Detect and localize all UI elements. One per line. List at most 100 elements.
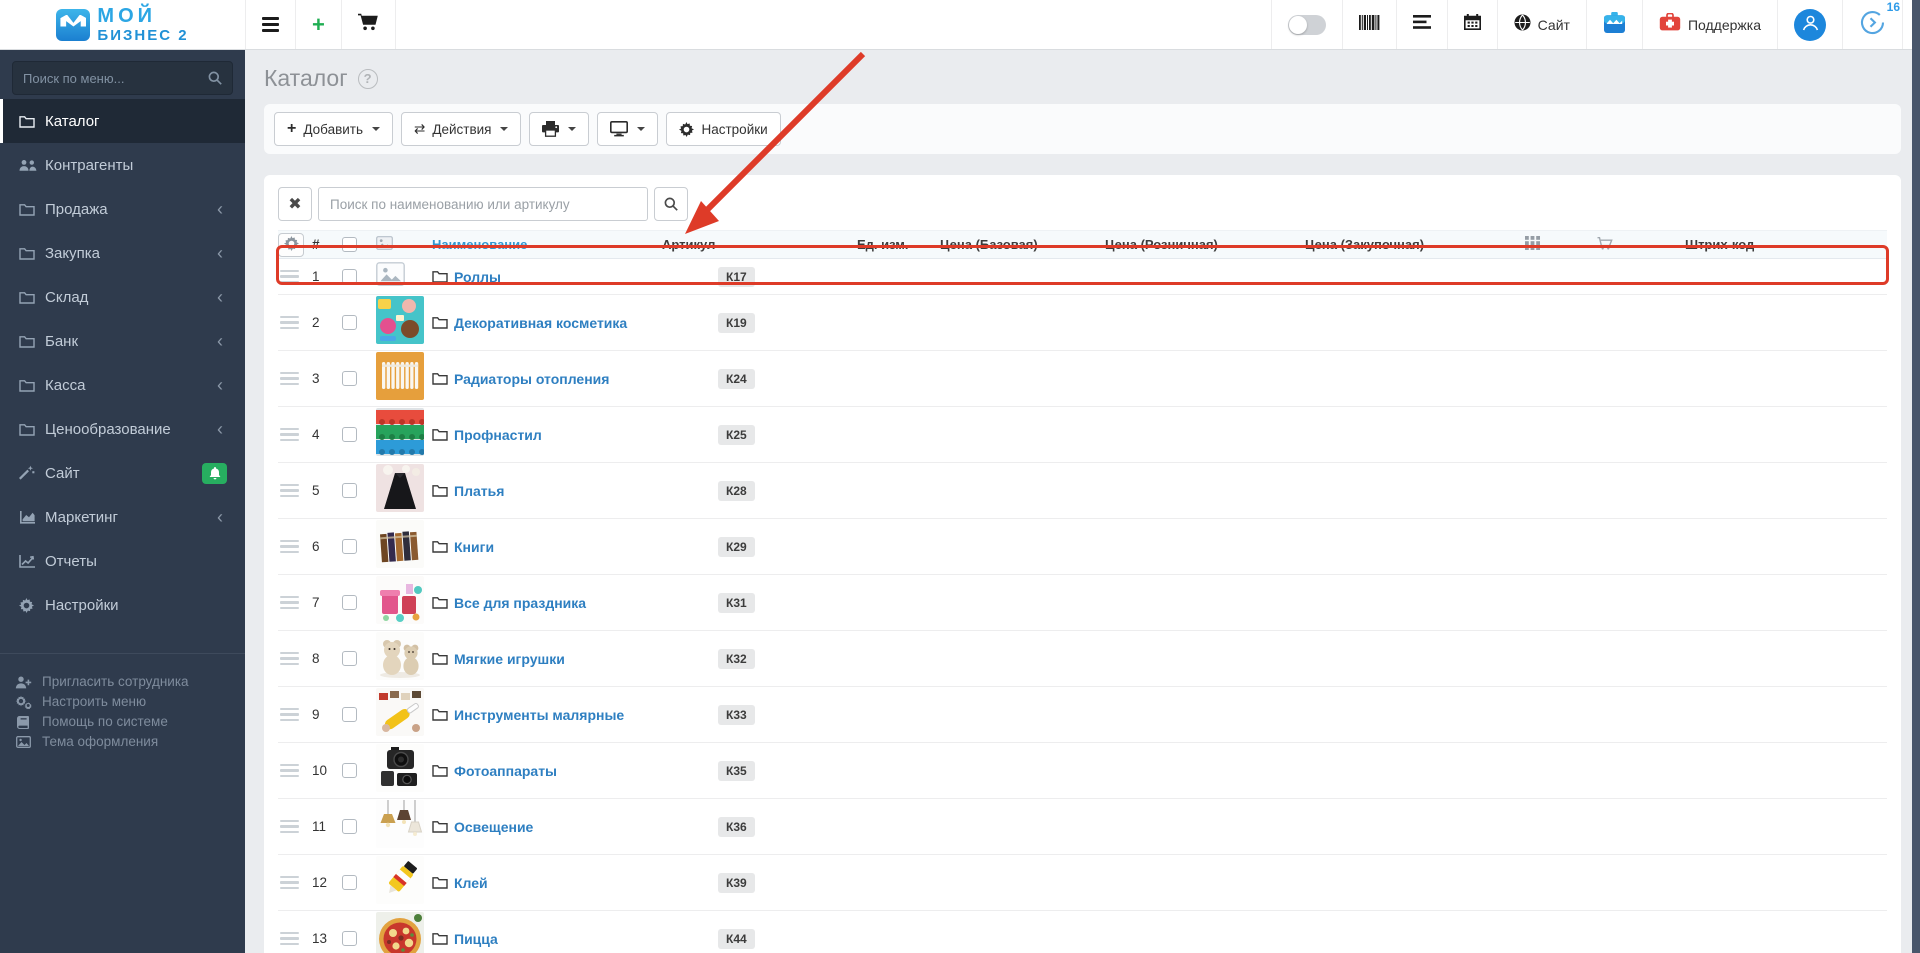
drag-handle-icon[interactable] [278,368,301,390]
plus-icon: + [312,14,325,36]
sidebar-search-input[interactable] [23,71,208,86]
sidebar-item-warehouse[interactable]: Склад‹ [0,275,245,319]
row-checkbox[interactable] [342,539,357,554]
row-number: 3 [312,371,342,386]
sidebar-item-pricing[interactable]: Ценообразование‹ [0,407,245,451]
table-body: 1РоллыК172Декоративная косметикаК193Ради… [278,259,1887,953]
folder-icon [432,652,448,665]
print-button[interactable] [529,112,589,146]
select-all-checkbox[interactable] [342,237,357,252]
sidebar-item-sales[interactable]: Продажа‹ [0,187,245,231]
main-content: Каталог ? + Добавить ⇄ Действия Настройк… [245,50,1920,953]
row-checkbox[interactable] [342,819,357,834]
category-link[interactable]: Клей [454,875,488,891]
category-link[interactable]: Платья [454,483,504,499]
row-checkbox[interactable] [342,763,357,778]
category-link[interactable]: Профнастил [454,427,542,443]
chevron-left-icon: ‹ [217,200,223,218]
quick-add-button[interactable]: + [295,0,341,49]
folder-icon [432,270,448,283]
sidebar-item-bank[interactable]: Банк‹ [0,319,245,363]
planner-button[interactable] [1586,0,1642,49]
row-checkbox[interactable] [342,651,357,666]
drag-handle-icon[interactable] [278,266,301,288]
footer-link-label: Настроить меню [42,692,146,712]
row-checkbox[interactable] [342,427,357,442]
drag-handle-icon[interactable] [278,928,301,950]
category-link[interactable]: Книги [454,539,494,555]
cart-button[interactable] [341,0,395,49]
row-checkbox[interactable] [342,931,357,946]
catalog-search-input[interactable] [318,187,648,221]
row-checkbox[interactable] [342,315,357,330]
sidebar-item-contractors[interactable]: Контрагенты [0,143,245,187]
row-checkbox[interactable] [342,595,357,610]
sidebar-item-marketing[interactable]: Маркетинг‹ [0,495,245,539]
logo-icon [56,9,90,41]
category-link[interactable]: Пицца [454,931,498,947]
drag-handle-icon[interactable] [278,312,301,334]
row-checkbox[interactable] [342,371,357,386]
drag-handle-icon[interactable] [278,424,301,446]
drag-handle-icon[interactable] [278,704,301,726]
columns-gear-button[interactable] [278,233,304,257]
category-link[interactable]: Освещение [454,819,533,835]
drag-handle-icon[interactable] [278,592,301,614]
footer-link-invite-employee[interactable]: Пригласить сотрудника [14,672,245,692]
drag-handle-icon[interactable] [278,872,301,894]
add-button[interactable]: + Добавить [274,112,393,146]
search-submit-button[interactable] [654,187,688,221]
menu-toggle-button[interactable] [245,0,295,49]
category-link[interactable]: Фотоаппараты [454,763,557,779]
row-checkbox[interactable] [342,875,357,890]
row-checkbox[interactable] [342,269,357,284]
app-logo[interactable]: МОЙ БИЗНЕС 2 [0,0,245,49]
category-link[interactable]: Мягкие игрушки [454,651,565,667]
drag-handle-icon[interactable] [278,760,301,782]
tasks-button[interactable] [1396,0,1447,49]
sidebar-item-reports[interactable]: Отчеты [0,539,245,583]
table-row: 1РоллыК17 [278,259,1887,295]
profile-button[interactable] [1777,0,1842,49]
sidebar-item-site[interactable]: Сайт [0,451,245,495]
drag-handle-icon[interactable] [278,648,301,670]
history-button[interactable]: 16 [1842,0,1902,49]
help-icon[interactable]: ? [358,69,378,89]
drag-handle-icon[interactable] [278,536,301,558]
category-link[interactable]: Радиаторы отопления [454,371,609,387]
column-name-sort[interactable]: Наименование [432,237,527,252]
table-row: 5ПлатьяК28 [278,463,1887,519]
bell-badge[interactable] [202,463,227,484]
site-button[interactable]: Сайт [1497,0,1586,49]
sidebar-search[interactable] [12,61,233,95]
settings-button[interactable]: Настройки [666,112,780,146]
actions-button[interactable]: ⇄ Действия [401,112,521,146]
footer-link-system-help[interactable]: Помощь по системе [14,712,245,732]
table-header: # Наименование Артикул Ед. изм. Цена (Ба… [278,230,1887,259]
table-row: 12КлейК39 [278,855,1887,911]
barcode-button[interactable] [1342,0,1396,49]
toggle-switch-icon [1288,15,1326,35]
calendar-button[interactable] [1447,0,1497,49]
drag-handle-icon[interactable] [278,480,301,502]
sidebar-item-catalog[interactable]: Каталог [0,99,245,143]
category-link[interactable]: Инструменты малярные [454,707,624,723]
drag-handle-icon[interactable] [278,816,301,838]
category-link[interactable]: Роллы [454,269,501,285]
support-button[interactable]: Поддержка [1642,0,1777,49]
category-link[interactable]: Все для праздника [454,595,586,611]
row-checkbox[interactable] [342,483,357,498]
mode-toggle[interactable] [1271,0,1342,49]
sidebar-item-purchase[interactable]: Закупка‹ [0,231,245,275]
display-button[interactable] [597,112,658,146]
clear-filter-button[interactable]: ✖ [278,187,312,221]
tasks-list-icon [1413,15,1431,34]
page-scrollbar[interactable] [1912,0,1920,953]
sidebar-item-cashbox[interactable]: Касса‹ [0,363,245,407]
footer-link-theme[interactable]: Тема оформления [14,732,245,752]
cart-column-icon [1596,236,1614,254]
row-checkbox[interactable] [342,707,357,722]
sidebar-item-settings[interactable]: Настройки [0,583,245,627]
footer-link-configure-menu[interactable]: Настроить меню [14,692,245,712]
category-link[interactable]: Декоративная косметика [454,315,627,331]
